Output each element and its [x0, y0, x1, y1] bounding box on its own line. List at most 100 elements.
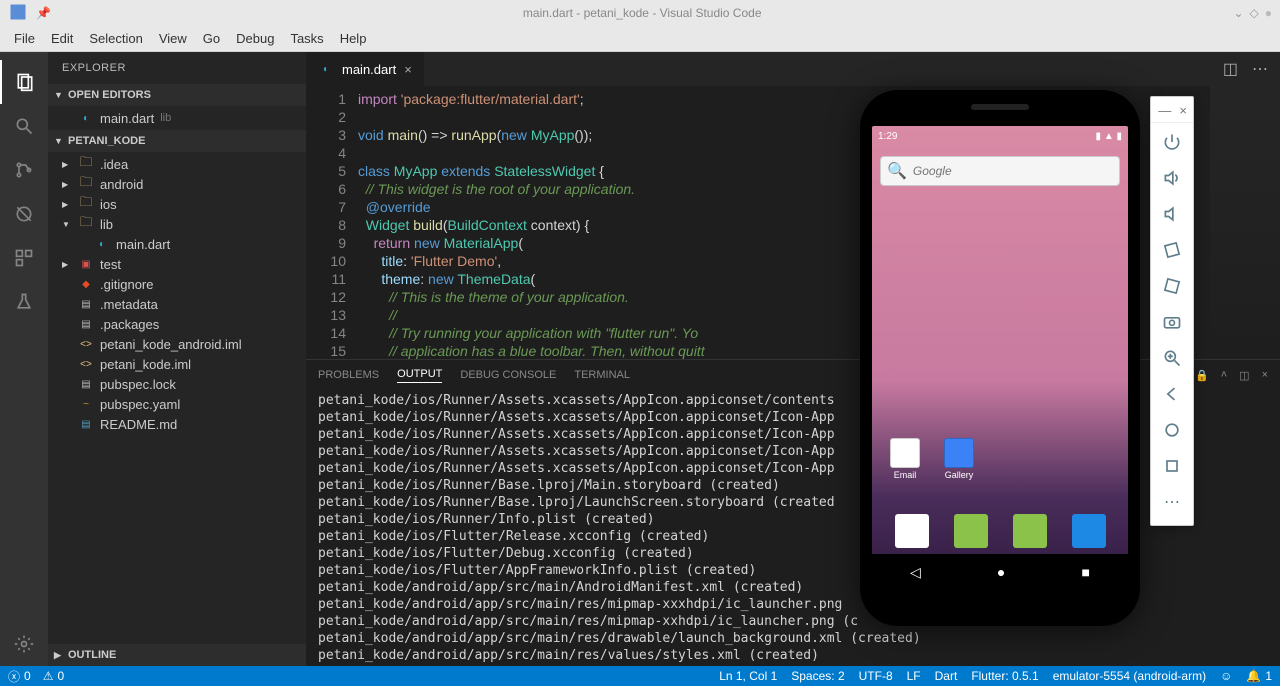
os-titlebar: 📌 main.dart - petani_kode - Visual Studi… [0, 0, 1280, 26]
search-icon[interactable] [0, 104, 48, 148]
line-gutter: 123456789101112131415 [306, 86, 358, 359]
bottom-panel: PROBLEMSOUTPUTDEBUG CONSOLETERMINAL ⊘ 🔒 … [306, 359, 1280, 666]
emulator-screenshot-icon[interactable] [1155, 305, 1189, 339]
extensions-icon[interactable] [0, 236, 48, 280]
debug-icon[interactable] [0, 192, 48, 236]
tree-item-petani_kode_android-iml[interactable]: <>petani_kode_android.iml [48, 334, 306, 354]
menu-selection[interactable]: Selection [81, 29, 150, 48]
panel-tab-output[interactable]: OUTPUT [397, 368, 442, 383]
vscode-icon [8, 2, 28, 25]
panel-tabs: PROBLEMSOUTPUTDEBUG CONSOLETERMINAL ⊘ 🔒 … [306, 360, 1280, 390]
iml-icon: <> [78, 356, 94, 372]
status-lang[interactable]: Dart [935, 669, 958, 683]
emulator-volume-down-icon[interactable] [1155, 197, 1189, 231]
sidebar-header: EXPLORER [48, 52, 306, 84]
tree-item-petani_kode-iml[interactable]: <>petani_kode.iml [48, 354, 306, 374]
more-icon[interactable]: ⋯ [1252, 59, 1268, 79]
editor-area: ◐ main.dart × ◫ ⋯ 123456789101112131415 … [306, 52, 1280, 666]
tree-item-pubspec-yaml[interactable]: ~pubspec.yaml [48, 394, 306, 414]
status-flutter[interactable]: Flutter: 0.5.1 [971, 669, 1038, 683]
panel-tab-problems[interactable]: PROBLEMS [318, 369, 379, 381]
tree-item-main-dart[interactable]: ◐main.dart [48, 234, 306, 254]
status-bell-icon[interactable]: 🔔 1 [1246, 669, 1272, 683]
settings-gear-icon[interactable] [0, 622, 48, 666]
folder-icon: 🗀 [78, 156, 94, 172]
emulator-close-icon[interactable]: × [1179, 103, 1187, 118]
output-body[interactable]: petani_kode/ios/Runner/Assets.xcassets/A… [306, 390, 1280, 666]
yaml-icon: ~ [78, 396, 94, 412]
open-editor-item[interactable]: ◐ main.dart lib [48, 108, 306, 128]
tab-bar: ◐ main.dart × ◫ ⋯ [306, 52, 1280, 86]
menu-edit[interactable]: Edit [43, 29, 81, 48]
emulator-zoom-icon[interactable] [1155, 341, 1189, 375]
status-feedback-icon[interactable]: ☺ [1220, 669, 1232, 683]
menubar: FileEditSelectionViewGoDebugTasksHelp [0, 26, 1280, 52]
folder-icon: 🗀 [78, 216, 94, 232]
window-menu-icon[interactable]: ⌄ [1233, 6, 1243, 20]
git-icon[interactable] [0, 148, 48, 192]
dart-file-icon: ◐ [318, 61, 334, 77]
panel-lock-icon[interactable]: 🔒 [1195, 369, 1209, 382]
tree-item--metadata[interactable]: ▤.metadata [48, 294, 306, 314]
test-icon: ▣ [78, 256, 94, 272]
menu-file[interactable]: File [6, 29, 43, 48]
emulator-rotate-right-icon[interactable] [1155, 269, 1189, 303]
menu-tasks[interactable]: Tasks [282, 29, 331, 48]
txt-icon: ▤ [78, 316, 94, 332]
tree-item-README-md[interactable]: ▤README.md [48, 414, 306, 434]
pin-icon[interactable]: 📌 [36, 6, 51, 20]
status-errors[interactable]: ⓧ 0 [8, 668, 31, 685]
tree-item-pubspec-lock[interactable]: ▤pubspec.lock [48, 374, 306, 394]
menu-help[interactable]: Help [332, 29, 375, 48]
status-warnings[interactable]: ⚠ 0 [43, 669, 64, 683]
emulator-overview-icon[interactable] [1155, 449, 1189, 483]
tree-item-android[interactable]: ▶🗀android [48, 174, 306, 194]
menu-debug[interactable]: Debug [228, 29, 282, 48]
tab-close-icon[interactable]: × [404, 62, 412, 77]
emulator-back-icon[interactable] [1155, 377, 1189, 411]
code-content[interactable]: import 'package:flutter/material.dart'; … [358, 86, 1280, 359]
status-encoding[interactable]: UTF-8 [859, 669, 893, 683]
lock-icon: ▤ [78, 376, 94, 392]
emulator-volume-up-icon[interactable] [1155, 161, 1189, 195]
emulator-power-icon[interactable] [1155, 125, 1189, 159]
dart-icon: ◐ [94, 236, 110, 252]
panel-tab-debug-console[interactable]: DEBUG CONSOLE [460, 369, 556, 381]
code-editor[interactable]: 123456789101112131415 import 'package:fl… [306, 86, 1280, 359]
window-maximize-icon[interactable]: ◇ [1250, 6, 1259, 20]
panel-tab-terminal[interactable]: TERMINAL [574, 369, 630, 381]
menu-view[interactable]: View [151, 29, 195, 48]
status-eol[interactable]: LF [907, 669, 921, 683]
activity-bar [0, 52, 48, 666]
txt-icon: ▤ [78, 296, 94, 312]
status-bar: ⓧ 0 ⚠ 0 Ln 1, Col 1 Spaces: 2 UTF-8 LF D… [0, 666, 1280, 686]
emulator-home-icon[interactable] [1155, 413, 1189, 447]
panel-close-icon[interactable]: × [1262, 369, 1268, 382]
project-header[interactable]: ▼PETANI_KODE [48, 130, 306, 152]
explorer-icon[interactable] [0, 60, 48, 104]
emulator-more-icon[interactable]: ⋯ [1155, 485, 1189, 519]
emulator-minimize-icon[interactable]: — [1158, 103, 1171, 118]
status-cursor[interactable]: Ln 1, Col 1 [719, 669, 777, 683]
flask-icon[interactable] [0, 280, 48, 324]
md-icon: ▤ [78, 416, 94, 432]
tab-main-dart[interactable]: ◐ main.dart × [306, 52, 425, 86]
folder-icon: 🗀 [78, 196, 94, 212]
outline-header[interactable]: ▶OUTLINE [48, 644, 306, 666]
open-editors-header[interactable]: ▼OPEN EDITORS [48, 84, 306, 106]
status-device[interactable]: emulator-5554 (android-arm) [1053, 669, 1206, 683]
tree-item-ios[interactable]: ▶🗀ios [48, 194, 306, 214]
menu-go[interactable]: Go [195, 29, 228, 48]
emulator-rotate-left-icon[interactable] [1155, 233, 1189, 267]
tree-item-test[interactable]: ▶▣test [48, 254, 306, 274]
tree-item--gitignore[interactable]: ◆.gitignore [48, 274, 306, 294]
panel-up-icon[interactable]: ˄ [1221, 369, 1227, 382]
tree-item-lib[interactable]: ▼🗀lib [48, 214, 306, 234]
status-spaces[interactable]: Spaces: 2 [791, 669, 844, 683]
split-editor-icon[interactable]: ◫ [1223, 59, 1238, 79]
panel-maximize-icon[interactable]: ◫ [1239, 369, 1249, 382]
window-close-icon[interactable]: ● [1265, 6, 1272, 20]
tree-item--packages[interactable]: ▤.packages [48, 314, 306, 334]
window-title: main.dart - petani_kode - Visual Studio … [51, 6, 1234, 20]
tree-item--idea[interactable]: ▶🗀.idea [48, 154, 306, 174]
